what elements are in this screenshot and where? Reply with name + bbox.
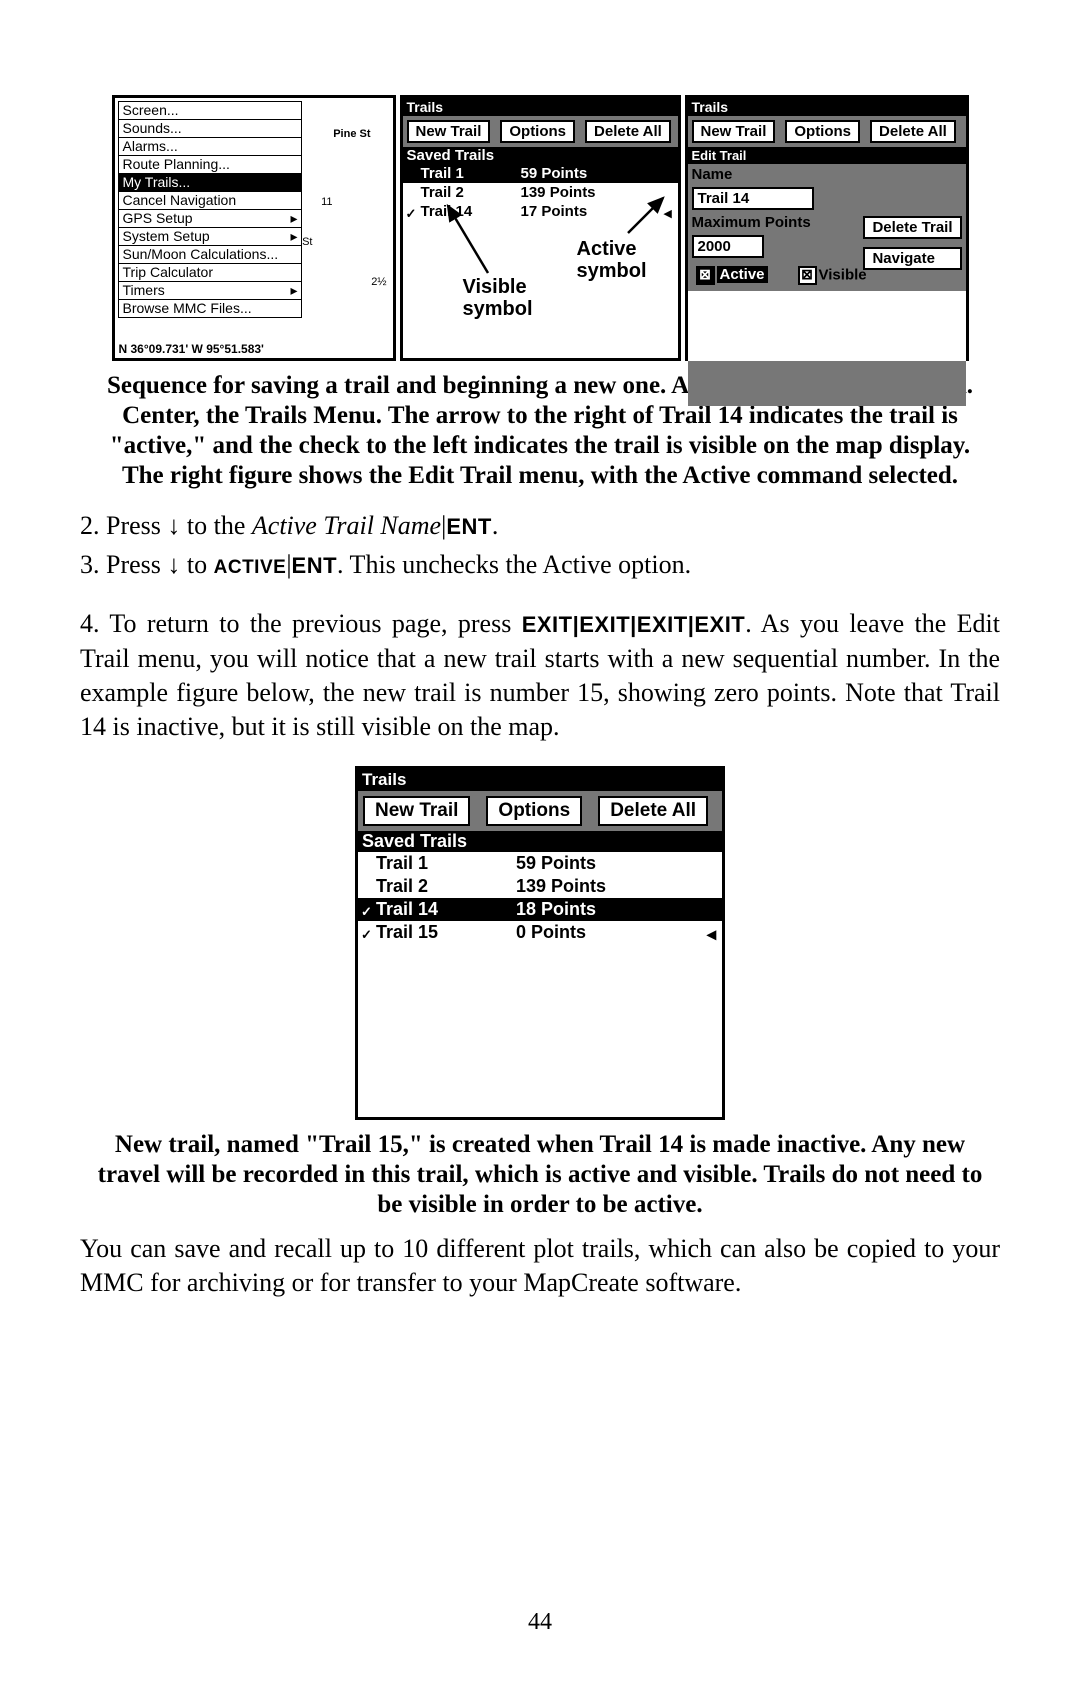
menu-item[interactable]: Trip Calculator	[119, 264, 301, 282]
name-label: Name	[688, 164, 966, 185]
trail-points: 59 Points	[521, 164, 678, 183]
trails-list: Trail 159 PointsTrail 2139 Points✓Trail …	[403, 164, 678, 221]
step-2: 2. Press ↓ to the Active Trail Name|ENT.	[80, 509, 1000, 544]
panel-title: Trails	[403, 98, 678, 116]
trail-row[interactable]: ✓Trail 1417 Points◂	[403, 202, 678, 221]
figure-caption-2: New trail, named "Trail 15," is created …	[90, 1130, 990, 1220]
menu-item[interactable]: Screen...	[119, 102, 301, 120]
menu-item[interactable]: Browse MMC Files...	[119, 300, 301, 317]
trail-points: 59 Points	[516, 852, 722, 875]
trails-list: Trail 159 PointsTrail 2139 Points✓Trail …	[358, 852, 722, 944]
visible-checkbox[interactable]: ⊠Visible	[798, 266, 867, 285]
trail-name: Trail 2	[421, 183, 521, 202]
device-edit-trail: Trails New Trail Options Delete All Edit…	[685, 95, 969, 361]
trail-name: Trail 1	[376, 852, 516, 875]
delete-trail-button[interactable]: Delete Trail	[863, 216, 961, 239]
menu-item[interactable]: System Setup▸	[119, 228, 301, 246]
trail-points: 18 Points	[516, 898, 722, 921]
trail-name: Trail 2	[376, 875, 516, 898]
options-button[interactable]: Options	[500, 120, 575, 143]
options-button[interactable]: Options	[486, 796, 582, 826]
trail-name: Trail 15	[376, 921, 516, 944]
saved-trails-header: Saved Trails	[403, 147, 678, 164]
map-coordinates: N 36°09.731' W 95°51.583'	[119, 342, 264, 356]
device-trails-menu-after: Trails New Trail Options Delete All Save…	[355, 766, 725, 1120]
device-trails-menu: Trails New Trail Options Delete All Save…	[400, 95, 681, 361]
menu-item[interactable]: My Trails...	[119, 174, 301, 192]
trail-points: 139 Points	[521, 183, 678, 202]
saved-trails-header: Saved Trails	[358, 831, 722, 852]
trail-row[interactable]: ✓Trail 1418 Points	[358, 898, 722, 921]
button-bar: New Trail Options Delete All	[403, 116, 678, 147]
trail-name: Trail 1	[421, 164, 521, 183]
visible-check-icon: ✓	[361, 923, 372, 946]
delete-all-button[interactable]: Delete All	[870, 120, 956, 143]
active-checkbox[interactable]: ⊠Active	[696, 266, 768, 285]
submenu-arrow-icon: ▸	[290, 282, 297, 299]
trail-row[interactable]: ✓Trail 150 Points◂	[358, 921, 722, 944]
active-symbol-label: Activesymbol	[575, 238, 649, 282]
trail-points: 0 Points	[516, 921, 722, 944]
menu-item[interactable]: Timers▸	[119, 282, 301, 300]
main-menu-list: Screen...Sounds...Alarms...Route Plannin…	[118, 101, 302, 318]
trail-row[interactable]: Trail 2139 Points	[358, 875, 722, 898]
device-menu-screen: Pine St 11 St 2½ N 36°09.731' W 95°51.58…	[112, 95, 396, 361]
map-label-st: St	[302, 236, 312, 248]
button-bar: New Trail Options Delete All	[688, 116, 966, 147]
figure-row-top: Pine St 11 St 2½ N 36°09.731' W 95°51.58…	[80, 95, 1000, 361]
new-trail-button[interactable]: New Trail	[692, 120, 776, 143]
delete-all-button[interactable]: Delete All	[585, 120, 671, 143]
panel-title: Trails	[688, 98, 966, 116]
visible-symbol-label: Visiblesymbol	[461, 276, 535, 320]
button-bar: New Trail Options Delete All	[358, 791, 722, 831]
map-label-two: 2½	[371, 276, 386, 288]
trail-points: 139 Points	[516, 875, 722, 898]
step-3: 3. Press ↓ to ACTIVE|ENT. This unchecks …	[80, 548, 1000, 585]
active-arrow-icon: ◂	[707, 923, 716, 946]
trail-row[interactable]: Trail 2139 Points	[403, 183, 678, 202]
new-trail-button[interactable]: New Trail	[363, 796, 470, 826]
final-paragraph: You can save and recall up to 10 differe…	[80, 1232, 1000, 1300]
active-arrow-icon: ◂	[664, 204, 672, 223]
menu-item[interactable]: GPS Setup▸	[119, 210, 301, 228]
trail-name: Trail 14	[421, 202, 521, 221]
menu-item[interactable]: Sun/Moon Calculations...	[119, 246, 301, 264]
menu-item[interactable]: Route Planning...	[119, 156, 301, 174]
menu-item[interactable]: Cancel Navigation	[119, 192, 301, 210]
trail-points: 17 Points	[521, 202, 678, 221]
page-number: 44	[0, 1609, 1080, 1636]
menu-item[interactable]: Alarms...	[119, 138, 301, 156]
navigate-button[interactable]: Navigate	[863, 247, 961, 270]
trail-name: Trail 14	[376, 898, 516, 921]
delete-all-button[interactable]: Delete All	[598, 796, 708, 826]
panel-title: Trails	[358, 769, 722, 791]
map-label-num: 11	[321, 196, 332, 208]
max-points-field[interactable]: 2000	[692, 235, 764, 258]
step-4: 4. To return to the previous page, press…	[80, 607, 1000, 744]
map-label-pine: Pine St	[333, 128, 370, 140]
menu-item[interactable]: Sounds...	[119, 120, 301, 138]
trail-row[interactable]: Trail 159 Points	[358, 852, 722, 875]
visible-check-icon: ✓	[406, 204, 417, 223]
edit-trail-header: Edit Trail	[688, 147, 966, 164]
new-trail-button[interactable]: New Trail	[407, 120, 491, 143]
submenu-arrow-icon: ▸	[290, 228, 297, 245]
trail-row[interactable]: Trail 159 Points	[403, 164, 678, 183]
options-button[interactable]: Options	[785, 120, 860, 143]
name-field[interactable]: Trail 14	[692, 187, 814, 210]
visible-check-icon: ✓	[361, 900, 372, 923]
submenu-arrow-icon: ▸	[290, 210, 297, 227]
